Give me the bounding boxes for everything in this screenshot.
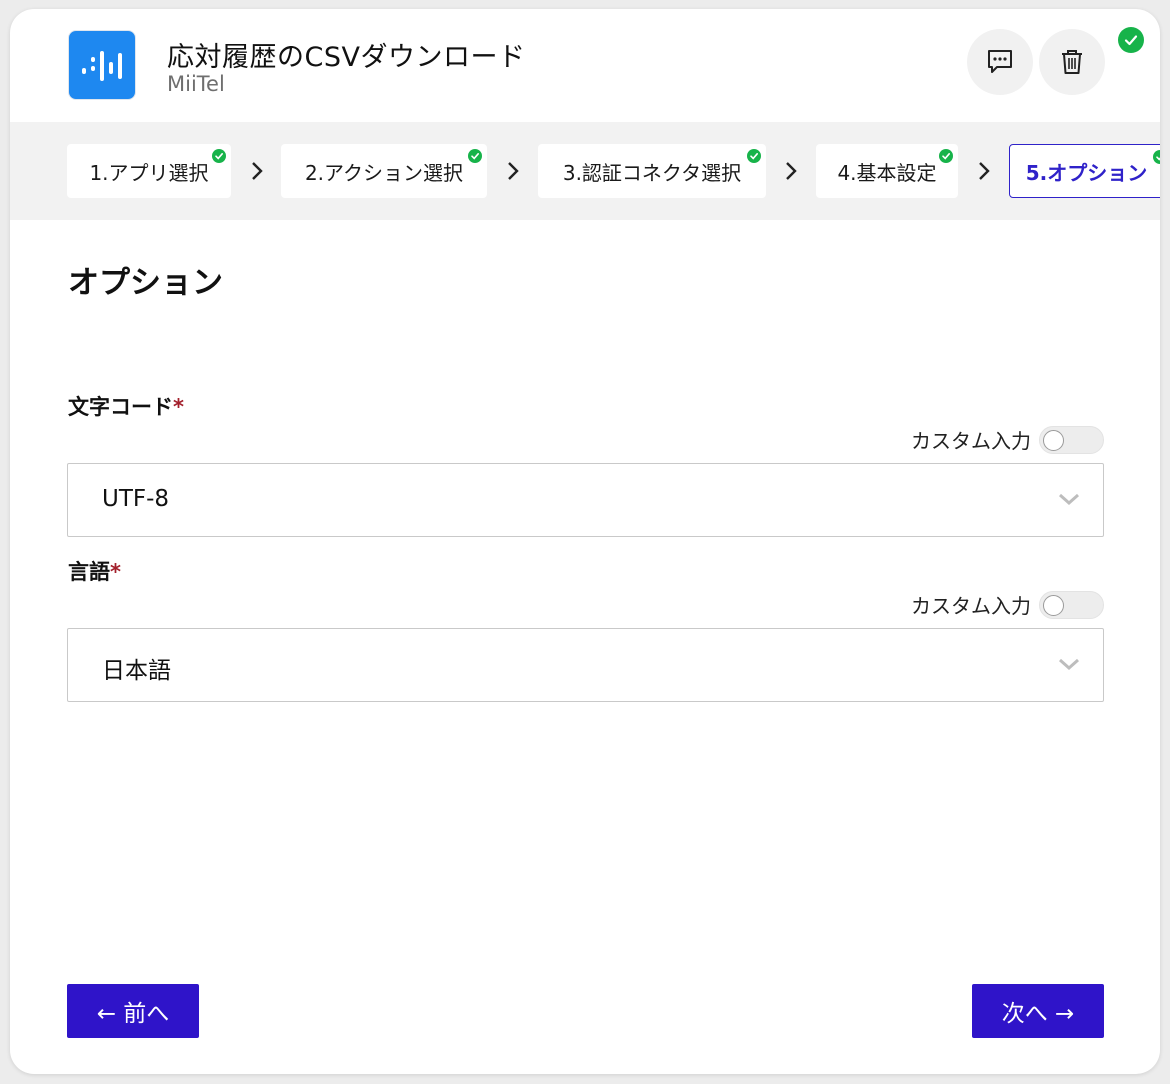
- chevron-right-icon: [252, 162, 263, 180]
- prev-button[interactable]: ← 前へ: [67, 984, 199, 1038]
- required-mark: *: [110, 560, 121, 584]
- custom-input-label: カスタム入力: [911, 429, 1031, 453]
- app-name: MiiTel: [167, 72, 225, 96]
- dialog-card: 応対履歴のCSVダウンロード MiiTel 1.アプリ選択 2.アクション選択 …: [10, 9, 1160, 1074]
- encoding-select[interactable]: UTF-8: [67, 463, 1104, 537]
- chevron-right-icon: [786, 162, 797, 180]
- chevron-down-icon: [1059, 658, 1079, 671]
- check-circle-icon: [1118, 27, 1144, 53]
- custom-input-row: カスタム入力: [911, 590, 1104, 619]
- step-label: 4.基本設定: [837, 160, 937, 185]
- select-value: 日本語: [102, 658, 171, 684]
- custom-input-toggle[interactable]: [1039, 425, 1104, 454]
- step-app-select[interactable]: 1.アプリ選択: [67, 144, 231, 198]
- delete-button[interactable]: [1039, 29, 1105, 95]
- language-select[interactable]: 日本語: [67, 628, 1104, 702]
- page-title: 応対履歴のCSVダウンロード: [167, 42, 526, 73]
- chevron-right-icon: [979, 162, 990, 180]
- chevron-down-icon: [1059, 493, 1079, 506]
- step-complete-icon: [747, 149, 761, 163]
- custom-input-row: カスタム入力: [911, 425, 1104, 454]
- next-button[interactable]: 次へ →: [972, 984, 1104, 1038]
- section-title: オプション: [68, 265, 223, 301]
- select-value: UTF-8: [102, 486, 170, 512]
- custom-input-toggle[interactable]: [1039, 590, 1104, 619]
- step-complete-icon: [468, 149, 482, 163]
- step-complete-icon: [212, 149, 226, 163]
- step-complete-icon: [1153, 150, 1160, 164]
- toggle-knob: [1043, 429, 1064, 451]
- step-complete-icon: [939, 149, 953, 163]
- step-label: 3.認証コネクタ選択: [562, 160, 742, 185]
- step-options[interactable]: 5.オプション: [1009, 144, 1160, 198]
- step-label: 1.アプリ選択: [89, 160, 209, 185]
- step-progress-bar: 1.アプリ選択 2.アクション選択 3.認証コネクタ選択 4.基本設定 5.オプ…: [10, 122, 1160, 220]
- custom-input-label: カスタム入力: [911, 594, 1031, 618]
- chevron-right-icon: [508, 162, 519, 180]
- step-auth-connector-select[interactable]: 3.認証コネクタ選択: [538, 144, 766, 198]
- comment-icon: [988, 50, 1012, 73]
- step-label: 5.オプション: [1025, 160, 1148, 185]
- toggle-knob: [1043, 594, 1064, 616]
- field-label-text: 文字コード: [68, 395, 173, 419]
- trash-icon: [1062, 50, 1082, 74]
- required-mark: *: [173, 395, 184, 419]
- step-action-select[interactable]: 2.アクション選択: [281, 144, 487, 198]
- field-label-encoding: 文字コード*: [68, 391, 184, 421]
- comment-button[interactable]: [967, 29, 1033, 95]
- step-label: 2.アクション選択: [304, 160, 464, 185]
- field-label-text: 言語: [68, 560, 110, 584]
- step-basic-settings[interactable]: 4.基本設定: [816, 144, 958, 198]
- miitel-logo-icon: [68, 30, 136, 100]
- field-label-language: 言語*: [68, 556, 121, 586]
